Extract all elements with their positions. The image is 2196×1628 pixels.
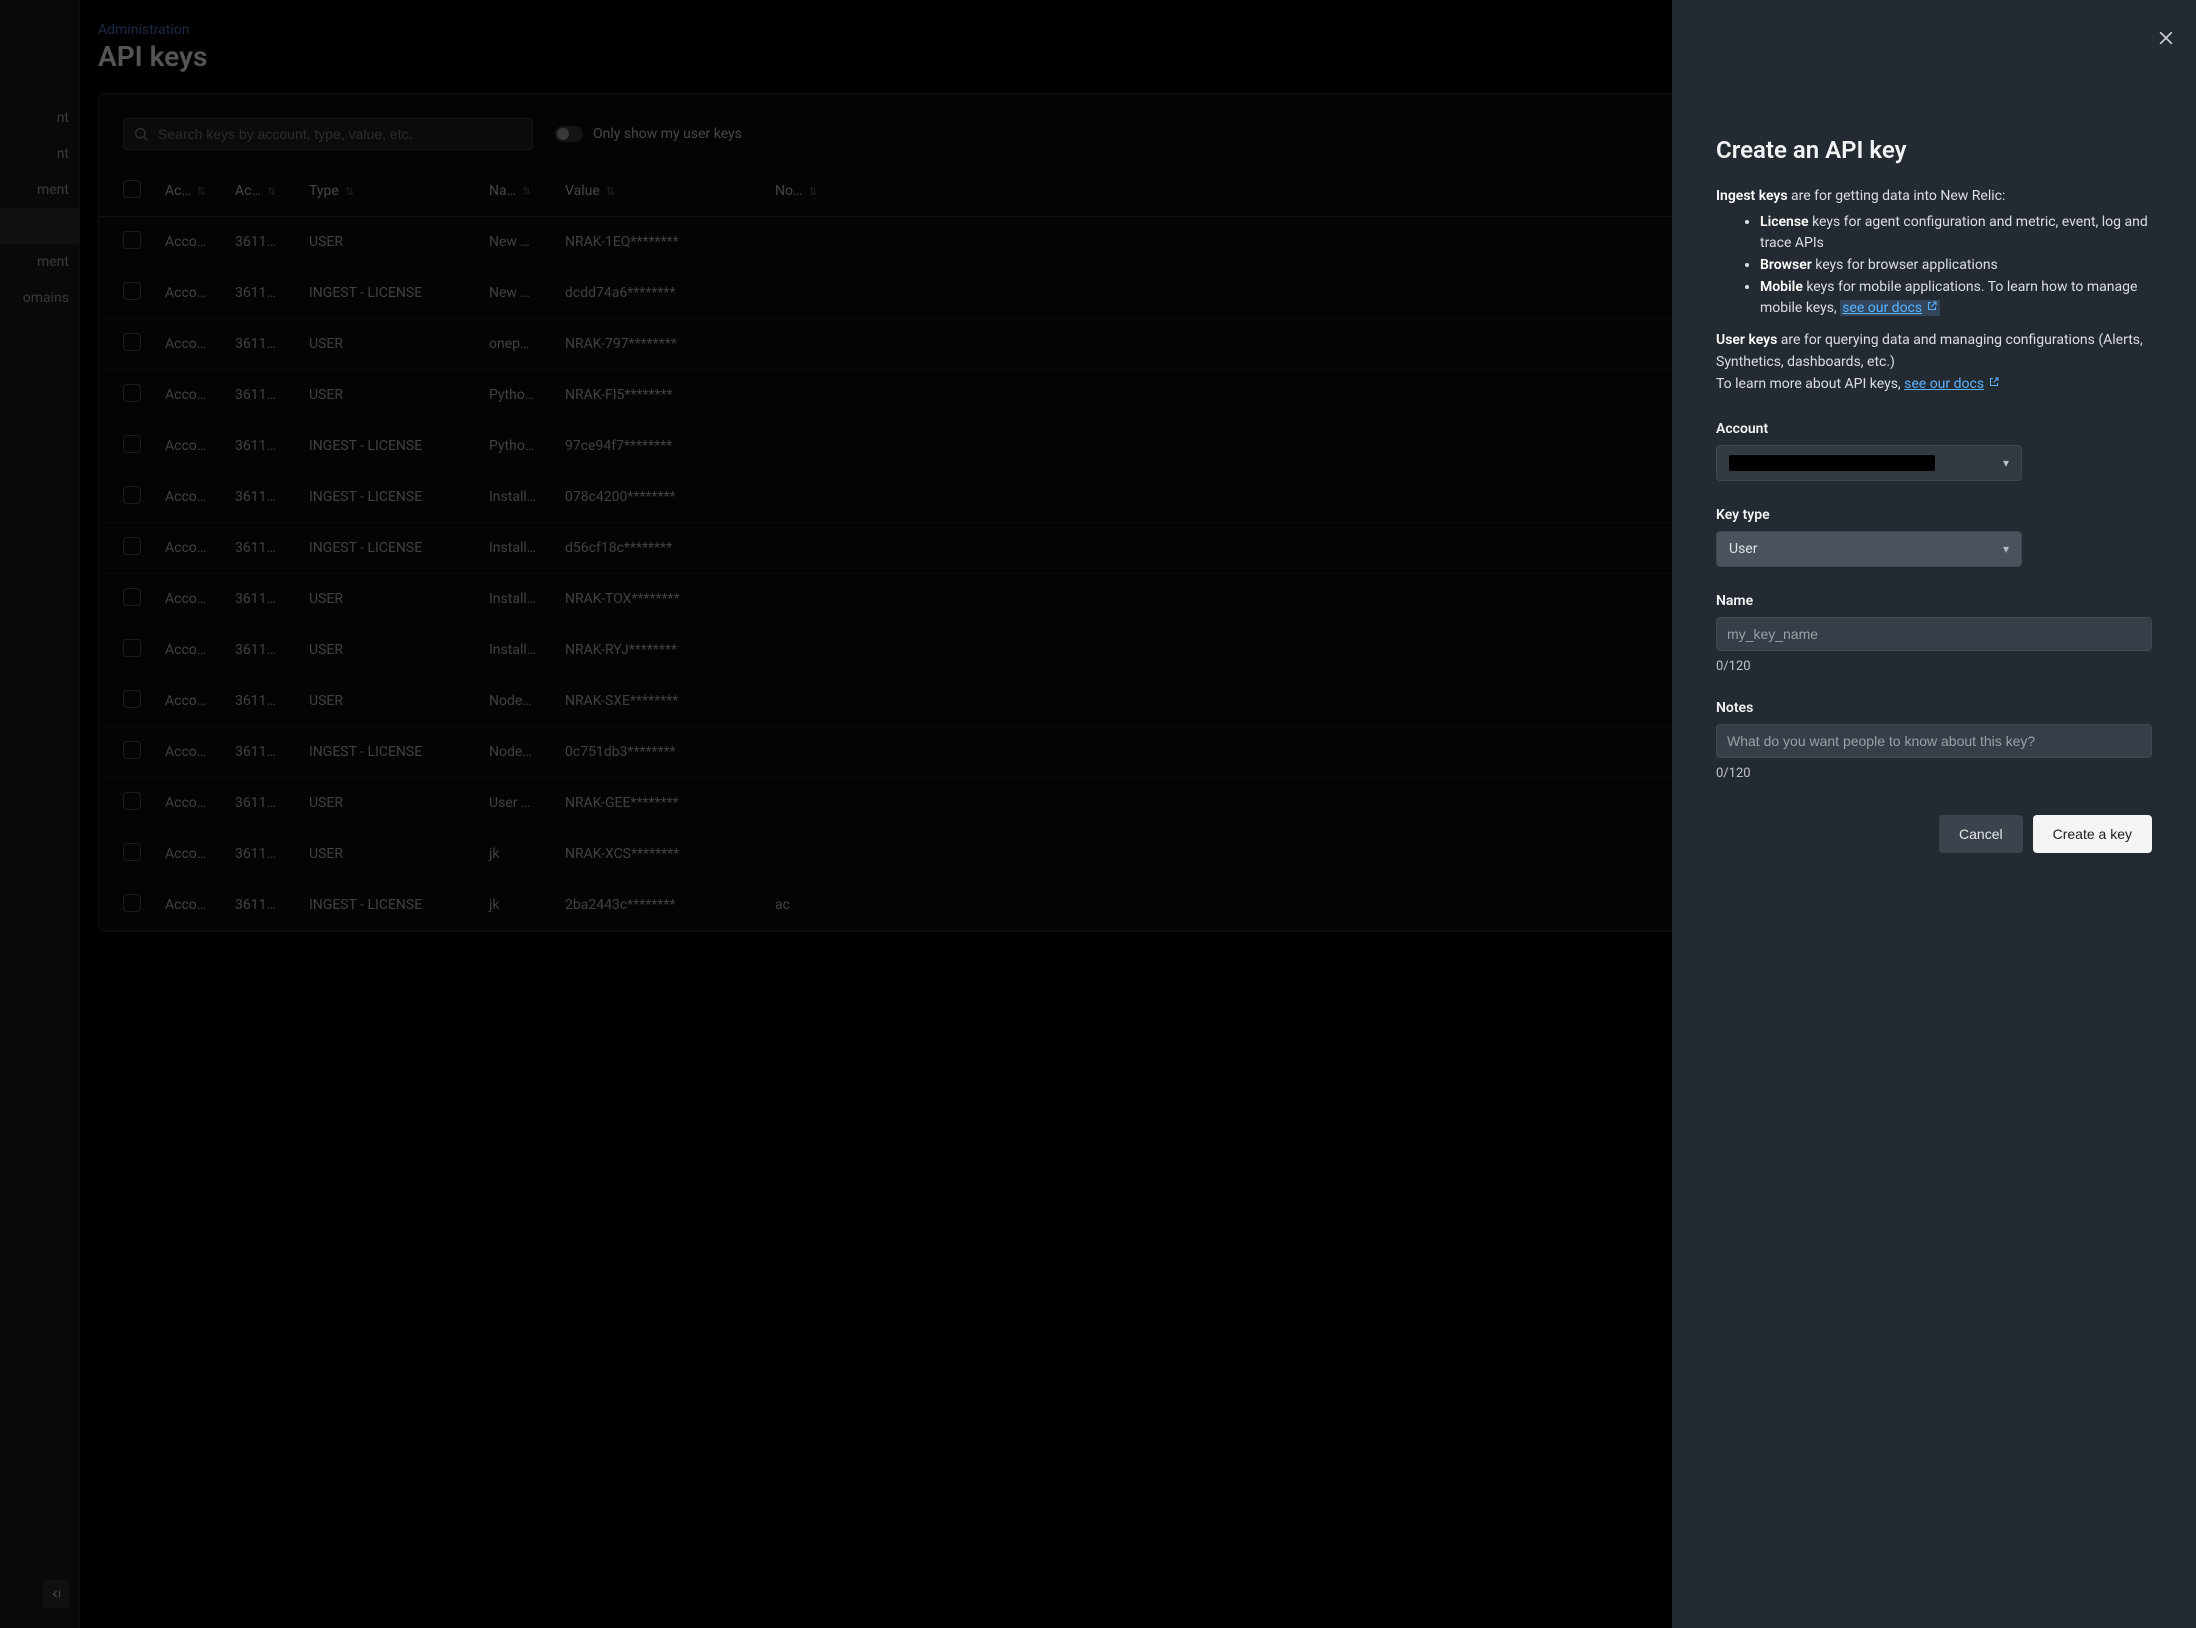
ingest-intro: Ingest keys are for getting data into Ne… xyxy=(1716,186,2152,208)
mobile-docs-link[interactable]: see our docs xyxy=(1840,300,1940,316)
create-key-drawer: Create an API key Ingest keys are for ge… xyxy=(1672,0,2196,1628)
external-icon xyxy=(1988,376,2000,388)
chevron-down-icon: ▾ xyxy=(2003,542,2009,556)
account-select[interactable]: Account: 3611… - Account 3611… ▾ xyxy=(1716,445,2022,481)
close-icon[interactable] xyxy=(2154,26,2178,50)
ingest-list: License keys for agent configuration and… xyxy=(1760,212,2152,320)
notes-counter: 0/120 xyxy=(1716,766,2152,781)
keytype-select-value: User xyxy=(1729,541,1757,557)
api-keys-docs-link[interactable]: see our docs xyxy=(1904,376,2000,392)
drawer-title: Create an API key xyxy=(1716,136,2152,164)
name-counter: 0/120 xyxy=(1716,659,2152,674)
account-label: Account xyxy=(1716,421,2152,437)
name-input[interactable] xyxy=(1716,617,2152,651)
keytype-select[interactable]: User ▾ xyxy=(1716,531,2022,567)
create-key-button[interactable]: Create a key xyxy=(2033,815,2152,853)
name-label: Name xyxy=(1716,593,2152,609)
user-keys-para: User keys are for querying data and mana… xyxy=(1716,330,2152,395)
cancel-button[interactable]: Cancel xyxy=(1939,815,2023,853)
account-select-value: Account: 3611… - Account 3611… xyxy=(1729,455,1935,471)
keytype-label: Key type xyxy=(1716,507,2152,523)
chevron-down-icon: ▾ xyxy=(2003,456,2009,470)
notes-label: Notes xyxy=(1716,700,2152,716)
external-icon xyxy=(1926,300,1938,312)
notes-input[interactable] xyxy=(1716,724,2152,758)
